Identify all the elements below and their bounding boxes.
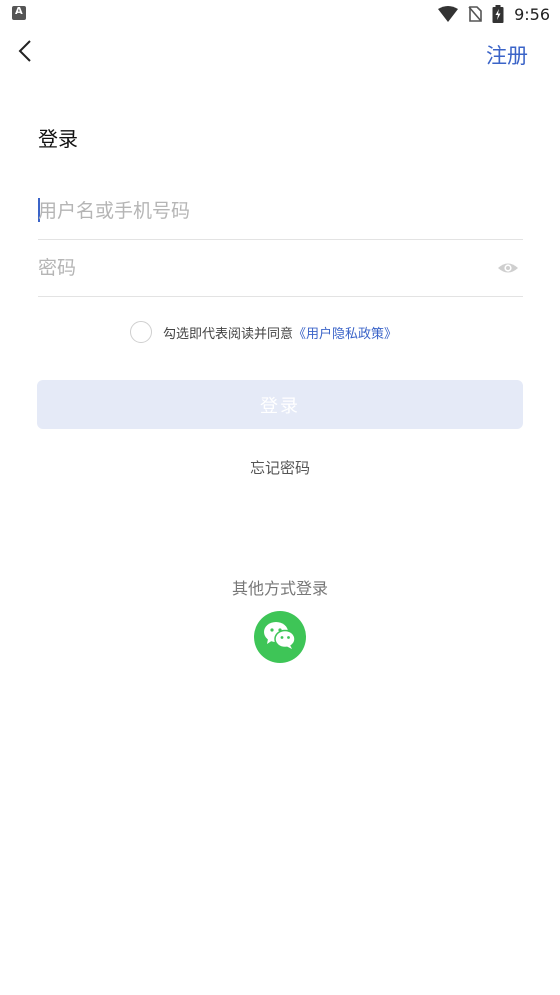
username-input[interactable] <box>38 194 478 228</box>
wechat-icon <box>263 620 297 654</box>
privacy-policy-link[interactable]: 《用户隐私政策》 <box>293 323 397 342</box>
chevron-left-icon <box>18 39 32 67</box>
register-button[interactable]: 注册 <box>486 40 528 70</box>
forgot-password-link[interactable]: 忘记密码 <box>0 457 560 478</box>
app-notification-icon <box>12 6 26 20</box>
login-button[interactable]: 登录 <box>37 380 523 429</box>
other-login-title: 其他方式登录 <box>231 579 328 598</box>
page-title: 登录 <box>38 127 78 151</box>
status-icons: 9:56 <box>438 3 550 25</box>
agreement-row: 勾选即代表阅读并同意 《用户隐私政策》 <box>130 320 397 344</box>
wifi-icon <box>438 6 459 22</box>
password-field-row <box>38 239 523 297</box>
agreement-text: 勾选即代表阅读并同意 <box>163 326 294 342</box>
password-input[interactable] <box>38 251 478 285</box>
username-field-row <box>38 182 523 240</box>
no-sim-icon <box>468 6 482 22</box>
agreement-checkbox[interactable] <box>130 321 152 343</box>
battery-icon <box>492 5 504 23</box>
wechat-login-button[interactable] <box>254 611 306 663</box>
back-button[interactable] <box>10 38 40 68</box>
status-bar: 9:56 <box>0 0 560 30</box>
status-time: 9:56 <box>514 4 550 24</box>
eye-icon[interactable] <box>497 258 519 278</box>
